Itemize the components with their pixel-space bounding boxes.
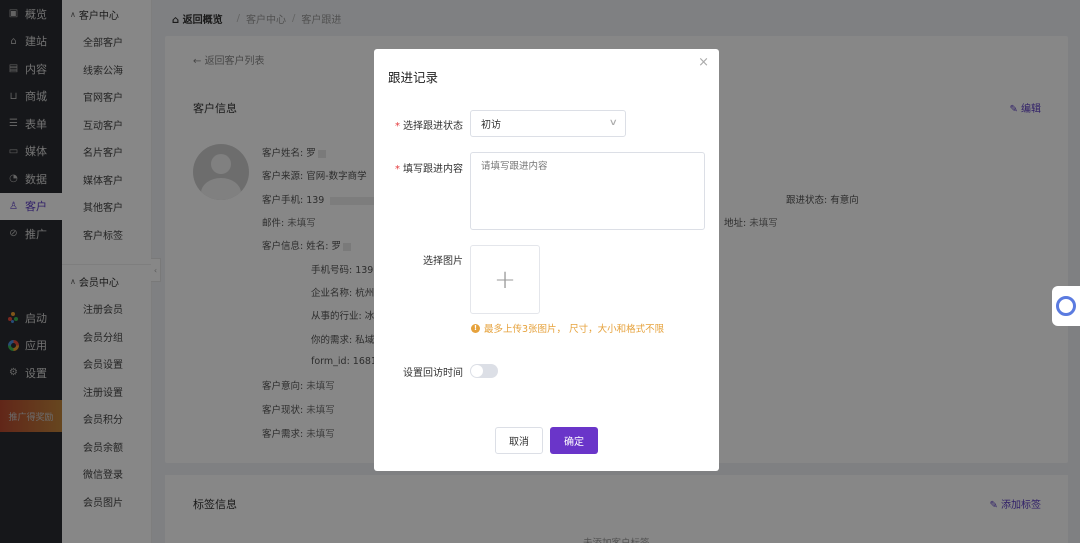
status-label: * 选择跟进状态 bbox=[395, 117, 463, 132]
warning-icon: ! bbox=[471, 323, 480, 333]
chevron-down-icon: ∨ bbox=[609, 118, 619, 128]
cancel-button[interactable]: 取消 bbox=[495, 427, 543, 454]
dialog-title: 跟进记录 bbox=[388, 70, 439, 85]
plus-icon: + bbox=[494, 264, 516, 295]
status-label-text: 选择跟进状态 bbox=[403, 121, 463, 132]
confirm-button[interactable]: 确定 bbox=[550, 427, 598, 454]
follow-content-textarea[interactable] bbox=[470, 152, 705, 230]
toggle-knob bbox=[471, 365, 483, 377]
follow-up-dialog: 跟进记录 × *选择跟进状态 初访 ∨ *填写跟进内容 选择图片 + ! 最多上… bbox=[374, 49, 719, 471]
required-mark: * bbox=[395, 164, 400, 175]
support-widget[interactable] bbox=[1052, 286, 1080, 326]
upload-hint-text: 最多上传3张图片， 尺寸，大小和格式不限 bbox=[484, 324, 665, 335]
content-label-text: 填写跟进内容 bbox=[403, 164, 463, 175]
required-mark: * bbox=[395, 121, 400, 132]
revisit-toggle[interactable] bbox=[470, 364, 498, 378]
revisit-label: 设置回访时间 bbox=[403, 368, 463, 379]
image-label: 选择图片 bbox=[423, 256, 463, 267]
close-icon[interactable]: × bbox=[698, 55, 709, 70]
content-label: * 填写跟进内容 bbox=[395, 160, 463, 175]
upload-hint: ! 最多上传3张图片， 尺寸，大小和格式不限 bbox=[471, 321, 664, 335]
follow-status-value: 初访 bbox=[481, 120, 501, 131]
follow-status-select[interactable]: 初访 ∨ bbox=[470, 110, 626, 137]
upload-image-button[interactable]: + bbox=[470, 245, 540, 314]
headset-icon bbox=[1056, 296, 1076, 316]
